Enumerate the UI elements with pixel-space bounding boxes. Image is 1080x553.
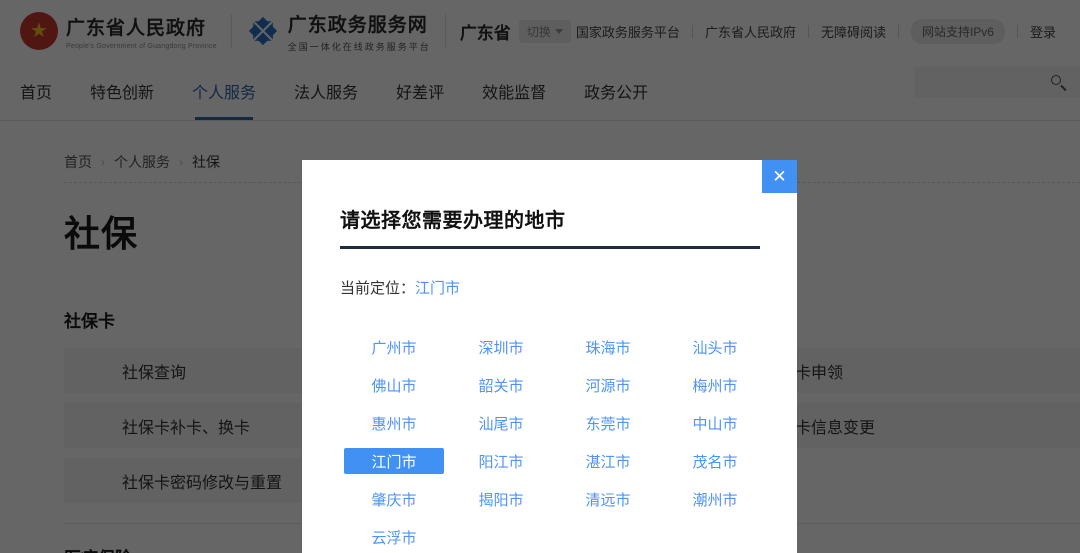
city-yunfu[interactable]: 云浮市	[344, 524, 444, 550]
city-chaozhou[interactable]: 潮州市	[665, 486, 765, 512]
current-location: 当前定位：江门市	[340, 277, 797, 298]
city-heyuan[interactable]: 河源市	[558, 372, 658, 398]
page: ★ 广东省人民政府 People's Government of Guangdo…	[0, 0, 1080, 553]
current-location-label: 当前定位：	[340, 280, 415, 297]
city-zhanjiang[interactable]: 湛江市	[558, 448, 658, 474]
city-shenzhen[interactable]: 深圳市	[451, 334, 551, 360]
modal-title: 请选择您需要办理的地市	[340, 204, 797, 233]
close-icon[interactable]: ✕	[762, 160, 797, 193]
city-shanwei[interactable]: 汕尾市	[451, 410, 551, 436]
city-jieyang[interactable]: 揭阳市	[451, 486, 551, 512]
city-dongguan[interactable]: 东莞市	[558, 410, 658, 436]
city-picker-modal: ✕ 请选择您需要办理的地市 当前定位：江门市 广州市 深圳市 珠海市 汕头市 佛…	[302, 160, 797, 553]
city-yangjiang[interactable]: 阳江市	[451, 448, 551, 474]
city-shantou[interactable]: 汕头市	[665, 334, 765, 360]
city-guangzhou[interactable]: 广州市	[344, 334, 444, 360]
city-shaoguan[interactable]: 韶关市	[451, 372, 551, 398]
city-jiangmen-selected[interactable]: 江门市	[344, 448, 444, 474]
city-grid: 广州市 深圳市 珠海市 汕头市 佛山市 韶关市 河源市 梅州市 惠州市 汕尾市 …	[344, 334, 797, 550]
current-location-value[interactable]: 江门市	[415, 280, 460, 297]
city-zhongshan[interactable]: 中山市	[665, 410, 765, 436]
city-zhuhai[interactable]: 珠海市	[558, 334, 658, 360]
city-maoming[interactable]: 茂名市	[665, 448, 765, 474]
city-meizhou[interactable]: 梅州市	[665, 372, 765, 398]
city-zhaoqing[interactable]: 肇庆市	[344, 486, 444, 512]
modal-title-underline	[340, 246, 760, 249]
city-huizhou[interactable]: 惠州市	[344, 410, 444, 436]
city-qingyuan[interactable]: 清远市	[558, 486, 658, 512]
city-foshan[interactable]: 佛山市	[344, 372, 444, 398]
